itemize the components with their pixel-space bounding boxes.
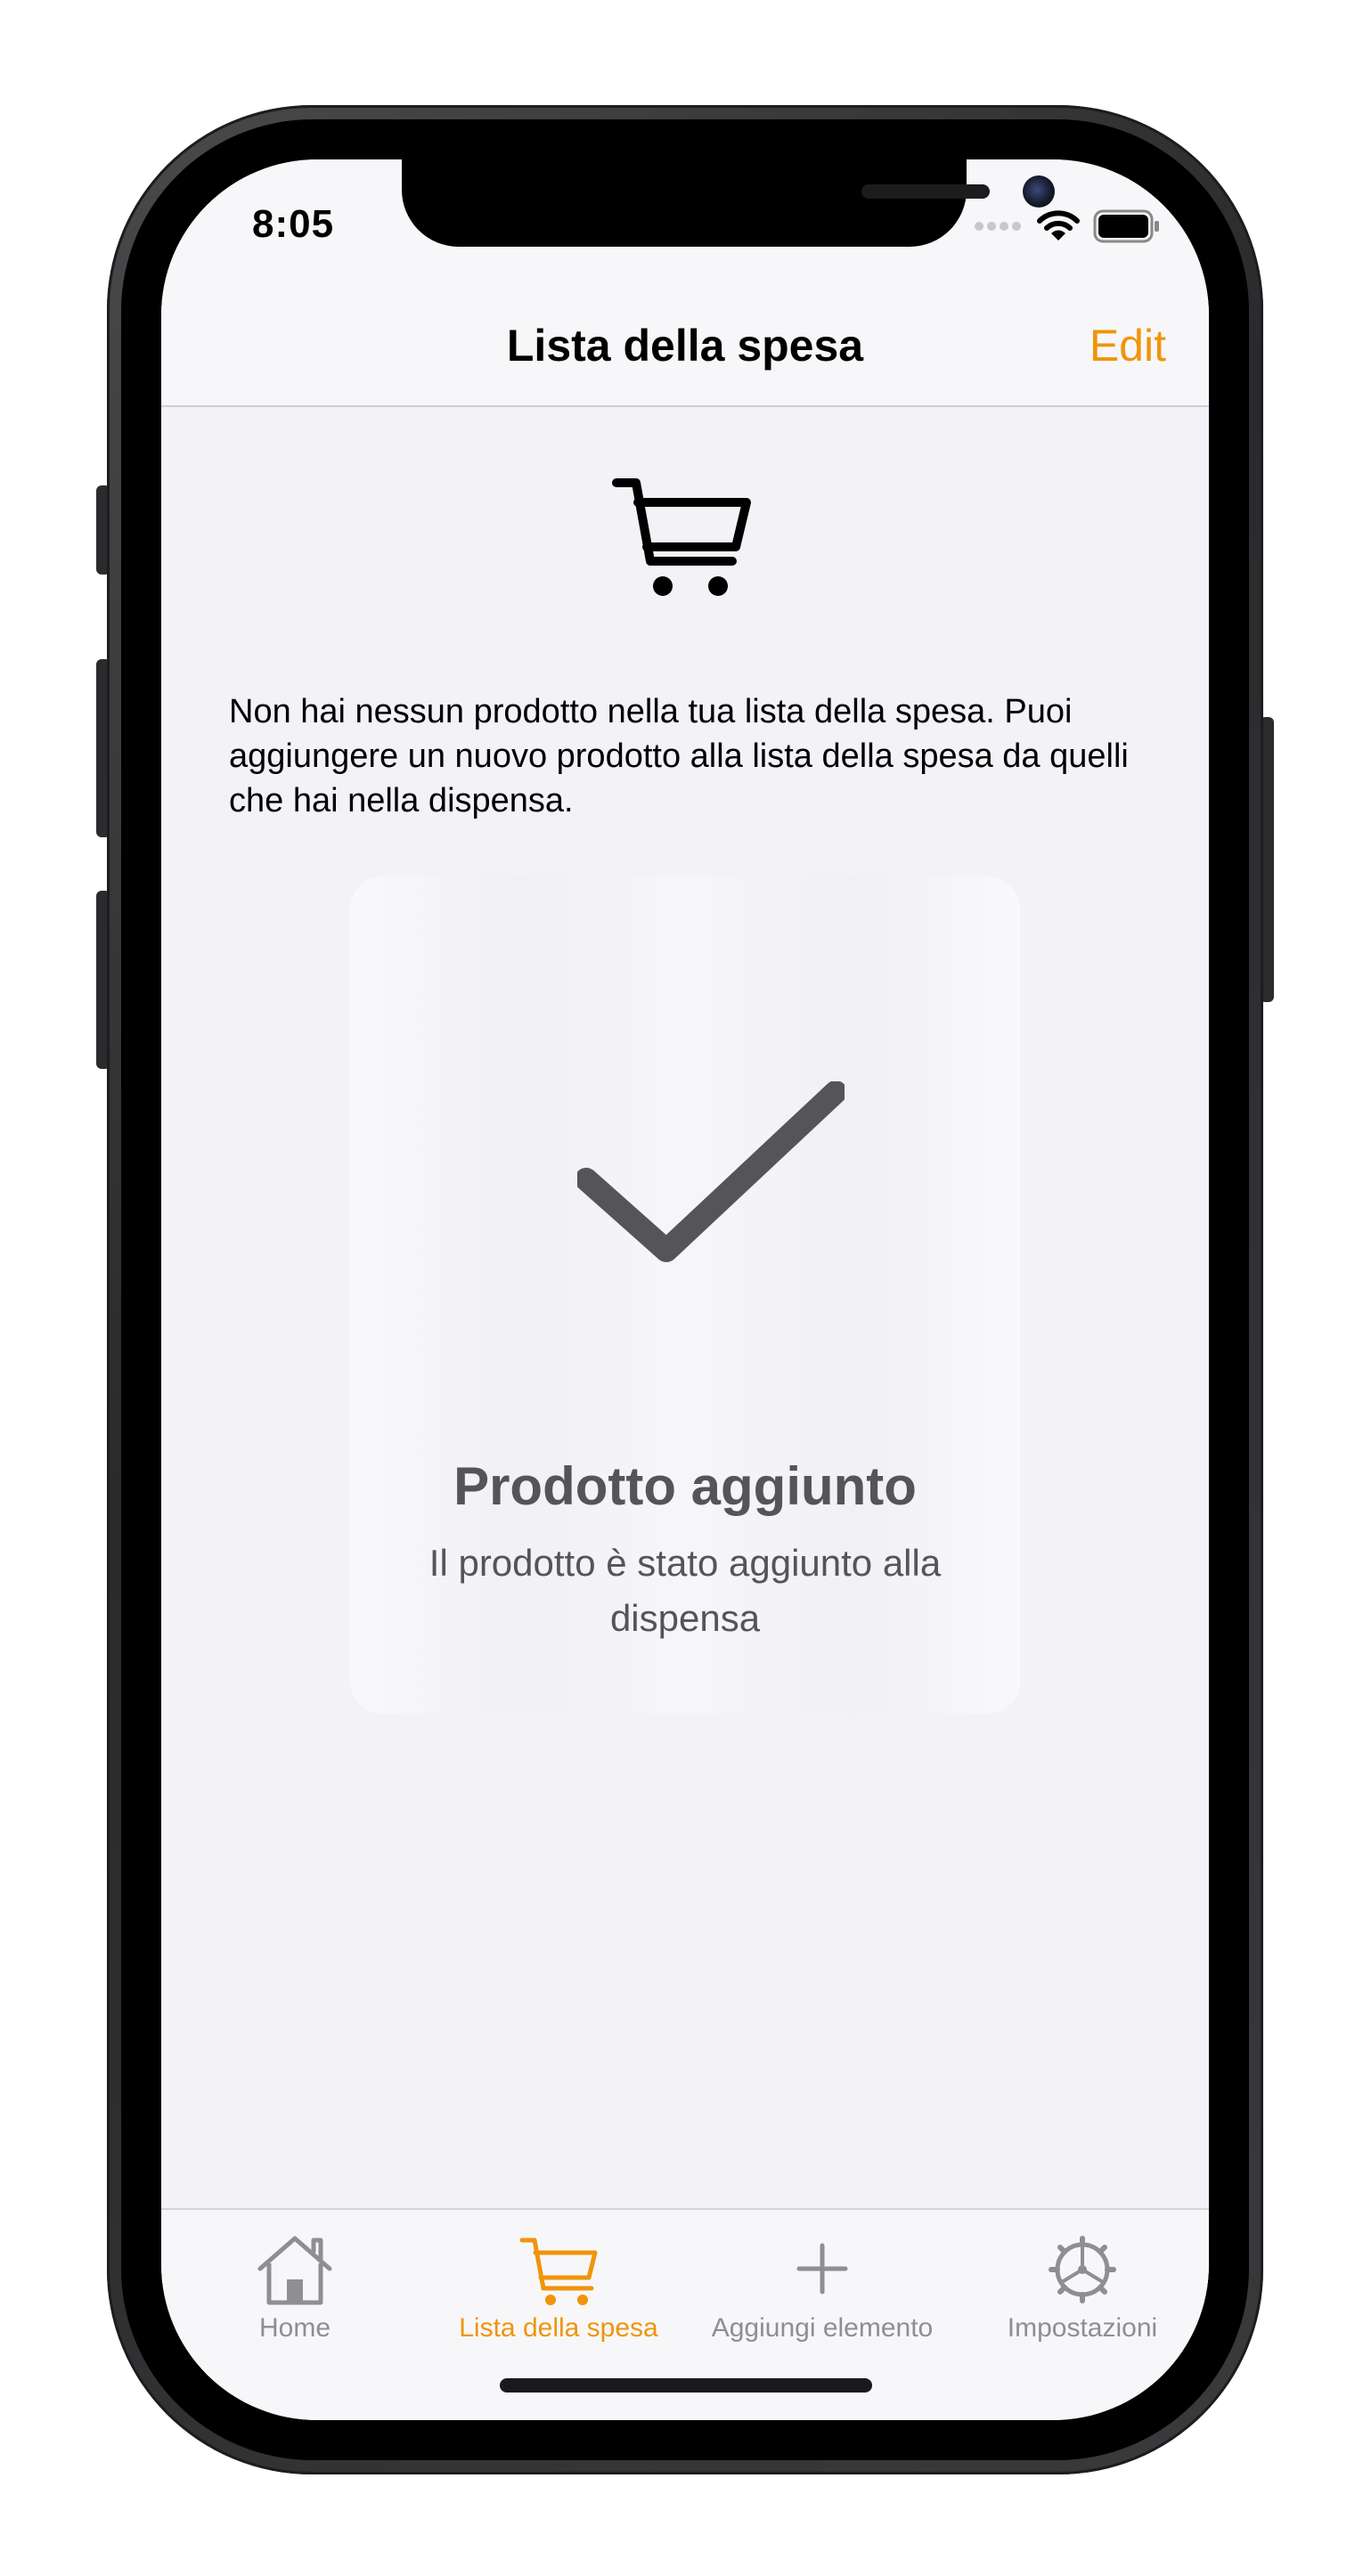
tab-label-add-item: Aggiungi elemento <box>711 2313 934 2343</box>
battery-icon <box>1093 209 1159 243</box>
earpiece-speaker <box>861 184 990 199</box>
tab-label-shopping-list: Lista della spesa <box>459 2313 658 2343</box>
cellular-signal-icon <box>975 222 1021 231</box>
tab-home[interactable]: Home <box>161 2233 428 2344</box>
tab-shopping-list[interactable]: Lista della spesa <box>425 2233 692 2344</box>
edit-button[interactable]: Edit <box>1090 320 1166 371</box>
cart-icon <box>519 2238 598 2305</box>
checkmark-icon <box>577 1081 845 1262</box>
tab-label-home: Home <box>258 2313 331 2343</box>
plus-icon <box>796 2243 848 2295</box>
tab-settings[interactable]: Impostazioni <box>949 2233 1209 2344</box>
status-time: 8:05 <box>252 202 335 246</box>
home-indicator[interactable] <box>500 2378 872 2393</box>
hud-title: Prodotto aggiunto <box>453 1456 917 1516</box>
gear-icon <box>1049 2236 1116 2303</box>
page-title: Lista della spesa <box>506 321 864 371</box>
status-bar: 8:05 <box>161 159 1209 293</box>
success-hud: Prodotto aggiunto Il prodotto è stato ag… <box>350 876 1020 1714</box>
navigation-bar: Lista della spesa Edit <box>161 293 1209 407</box>
front-camera <box>1023 175 1055 208</box>
wifi-icon <box>1037 210 1080 240</box>
shopping-cart-icon <box>612 478 751 596</box>
tab-label-settings: Impostazioni <box>1007 2313 1158 2343</box>
notch <box>402 159 1055 247</box>
empty-list-message: Non hai nessun prodotto nella tua lista … <box>229 693 1129 819</box>
status-indicators <box>974 209 1161 243</box>
tab-add-item[interactable]: Aggiungi elemento <box>689 2233 956 2344</box>
house-icon <box>257 2236 332 2305</box>
app-screen: 8:05 Lista della spesa Edit Non hai ness… <box>161 159 1209 2420</box>
hud-message: Il prodotto è stato aggiunto alla dispen… <box>428 1542 942 1639</box>
